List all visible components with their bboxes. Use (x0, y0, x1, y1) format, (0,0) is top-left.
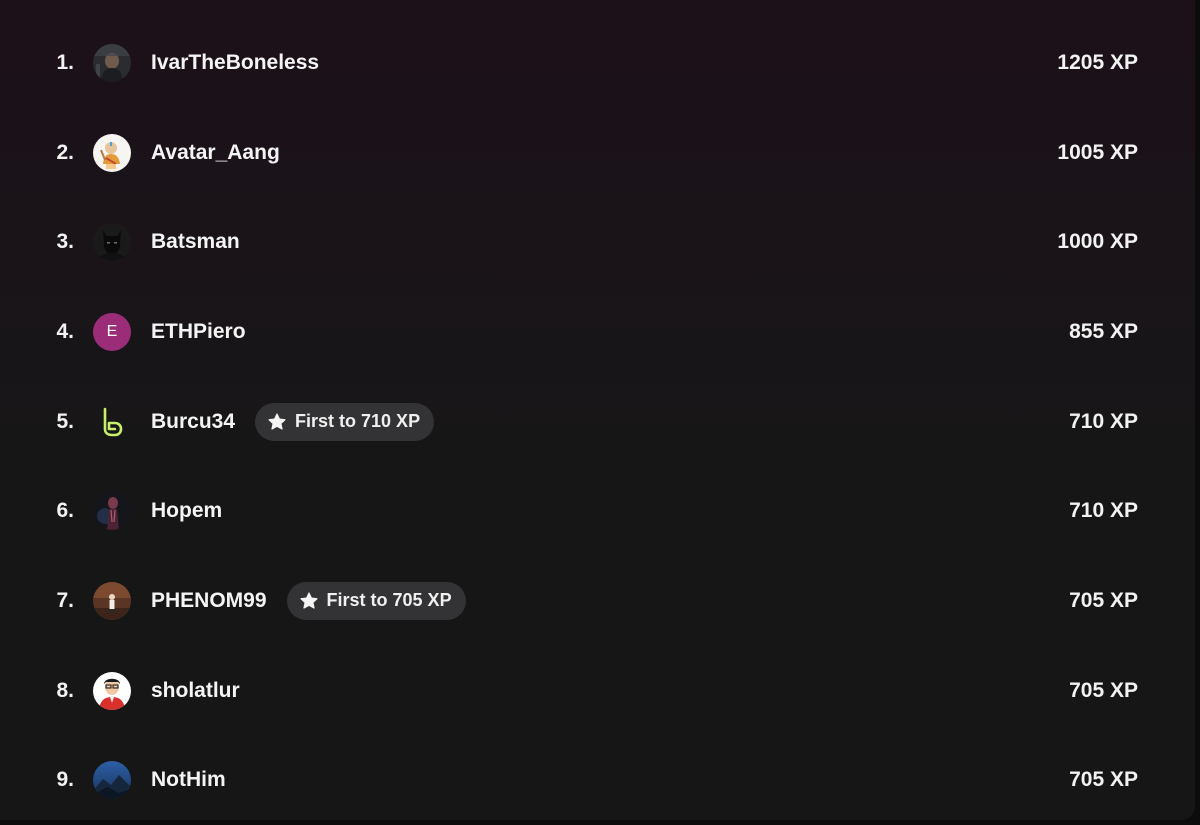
leaderboard-row[interactable]: 1. IvarTheBoneless 1205 XP (0, 18, 1195, 108)
leaderboard-row[interactable]: 5. Burcu34 First to 710 XP 710 XP (0, 377, 1195, 467)
badge-label: First to 705 XP (326, 590, 452, 611)
achievement-badge: First to 705 XP (286, 581, 466, 620)
leaderboard-row[interactable]: 4. E ETHPiero 855 XP (0, 287, 1195, 377)
xp-value: 705 XP (1069, 678, 1138, 702)
cartoon-man-avatar-icon[interactable] (93, 671, 131, 710)
star-icon (268, 413, 286, 430)
username-group: Burcu34 First to 710 XP (151, 402, 435, 441)
leaderboard-row[interactable]: 6. Hopem 710 XP (0, 466, 1195, 556)
avatar-letter: E (106, 322, 118, 340)
rank-number: 1. (56, 50, 74, 74)
green-b-logo-avatar-icon[interactable] (93, 403, 131, 441)
leaderboard-row[interactable]: 3. Batsman 1000 XP (0, 197, 1195, 287)
rank-number: 3. (56, 230, 74, 254)
username-group: NotHim (151, 768, 226, 792)
viking-photo-avatar-icon[interactable] (93, 43, 131, 82)
xp-value: 1000 XP (1057, 230, 1138, 254)
blue-landscape-avatar-icon[interactable] (93, 761, 131, 800)
username-group: Batsman (151, 230, 240, 254)
leaderboard-row[interactable]: 8. sholatlur 705 XP (0, 646, 1195, 736)
username-group: Avatar_Aang (151, 141, 280, 165)
username[interactable]: ETHPiero (151, 320, 246, 344)
letter-avatar-icon[interactable]: E (93, 312, 131, 351)
username-group: sholatlur (151, 679, 240, 703)
username[interactable]: sholatlur (151, 679, 240, 703)
xp-value: 705 XP (1069, 768, 1138, 792)
rank-number: 2. (56, 140, 74, 164)
leaderboard-panel: 1. IvarTheBoneless 1205 XP 2. Avatar_Aan… (0, 0, 1195, 820)
username-group: IvarTheBoneless (151, 51, 319, 75)
username[interactable]: Batsman (151, 230, 240, 254)
username[interactable]: PHENOM99 (151, 589, 267, 613)
rank-number: 7. (56, 588, 74, 612)
username[interactable]: Hopem (151, 499, 222, 523)
username[interactable]: Avatar_Aang (151, 141, 280, 165)
batman-avatar-icon[interactable] (93, 223, 131, 262)
username-group: PHENOM99 First to 705 XP (151, 581, 466, 620)
username-group: ETHPiero (151, 320, 246, 344)
rank-number: 8. (56, 678, 74, 702)
dark-figure-avatar-icon[interactable] (93, 492, 131, 531)
username[interactable]: Burcu34 (151, 410, 235, 434)
achievement-badge: First to 710 XP (255, 402, 435, 441)
xp-value: 710 XP (1069, 499, 1138, 523)
username-group: Hopem (151, 499, 222, 523)
leaderboard-row[interactable]: 9. NotHim 705 XP (0, 736, 1195, 821)
xp-value: 1205 XP (1057, 50, 1138, 74)
aang-cartoon-avatar-icon[interactable] (93, 133, 131, 172)
username[interactable]: IvarTheBoneless (151, 51, 319, 75)
leaderboard-row[interactable]: 7. PHENOM99 First to 705 XP 705 XP (0, 556, 1195, 646)
xp-value: 855 XP (1069, 319, 1138, 343)
star-icon (299, 592, 318, 609)
leaderboard-list: 1. IvarTheBoneless 1205 XP 2. Avatar_Aan… (0, 18, 1195, 820)
badge-label: First to 710 XP (295, 411, 421, 432)
xp-value: 710 XP (1069, 409, 1138, 433)
rank-number: 5. (56, 409, 74, 433)
leaderboard-row[interactable]: 2. Avatar_Aang 1005 XP (0, 108, 1195, 198)
rank-number: 9. (56, 768, 74, 792)
stage-photo-avatar-icon[interactable] (93, 581, 131, 620)
rank-number: 6. (56, 499, 74, 523)
rank-number: 4. (56, 319, 74, 343)
username[interactable]: NotHim (151, 768, 226, 792)
xp-value: 705 XP (1069, 588, 1138, 612)
xp-value: 1005 XP (1057, 140, 1138, 164)
